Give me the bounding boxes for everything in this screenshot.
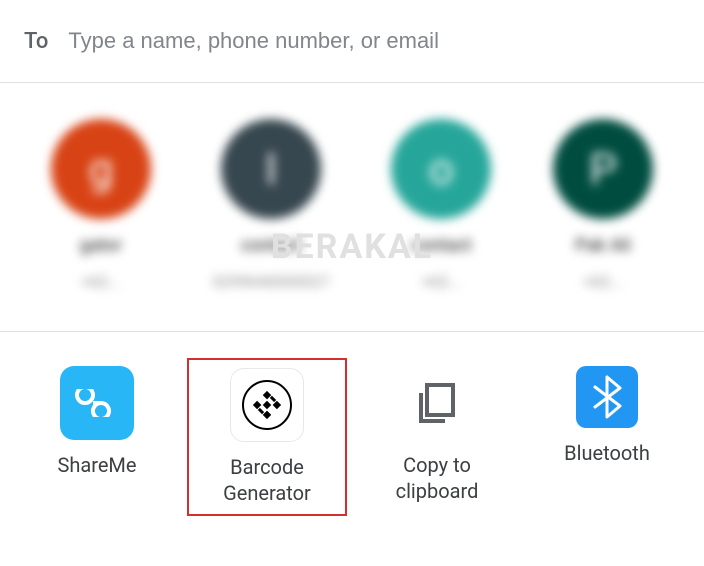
share-target-barcode-generator[interactable]: Barcode Generator [187, 358, 347, 516]
recipient-input[interactable] [68, 28, 680, 54]
to-label: To [24, 29, 48, 54]
contact-item[interactable]: I contact 0299640000027 [213, 119, 330, 291]
contact-name: contact [411, 235, 472, 256]
copy-icon [400, 366, 474, 440]
contact-sub: +62... [421, 272, 461, 291]
contact-name: Pak Ali [575, 235, 631, 256]
barcode-generator-icon [230, 368, 304, 442]
share-target-bluetooth[interactable]: Bluetooth [527, 358, 687, 474]
contact-sub: +62... [81, 272, 121, 291]
share-target-copy-clipboard[interactable]: Copy to clipboard [357, 358, 517, 512]
share-label: Copy to clipboard [365, 452, 509, 504]
to-field-row: To [0, 0, 704, 82]
contact-name: contact [241, 235, 302, 256]
avatar: I [221, 119, 321, 219]
avatar: P [553, 119, 653, 219]
share-target-shareme[interactable]: ShareMe [17, 358, 177, 486]
contact-item[interactable]: P Pak Ali +62... [553, 119, 653, 291]
shareme-icon [60, 366, 134, 440]
contact-item[interactable]: g gator +62... [51, 119, 151, 291]
avatar: o [391, 119, 491, 219]
bluetooth-icon [576, 366, 638, 428]
share-targets-row: ShareMe Barcode Generator [0, 332, 704, 542]
contact-item[interactable]: o contact +62... [391, 119, 491, 291]
contact-sub: 0299640000027 [213, 272, 330, 291]
share-label: ShareMe [57, 452, 136, 478]
contacts-row: g gator +62... I contact 0299640000027 o… [0, 83, 704, 331]
contact-sub: +62... [583, 272, 623, 291]
share-label: Barcode Generator [197, 454, 337, 506]
share-label: Bluetooth [564, 440, 650, 466]
avatar: g [51, 119, 151, 219]
contact-name: gator [80, 235, 122, 256]
